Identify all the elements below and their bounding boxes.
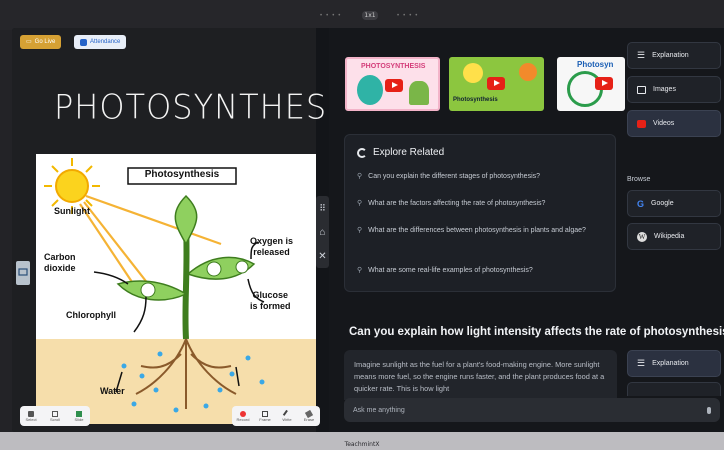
slide-tool[interactable]: Slide [72,410,86,422]
wikipedia-button[interactable]: W Wikipedia [627,223,721,250]
panel-control-strip: ⠿ ⌂ ✕ [316,196,329,268]
image-icon [637,85,646,94]
google-label: Google [651,200,674,207]
label-water: Water [100,386,125,396]
photosynthesis-diagram: Photosynthesis Sunlight Carbon dioxide C… [36,154,316,424]
explore-related-header: Explore Related [357,147,444,158]
search-icon: ⚲ [357,173,363,180]
attendance-label: Attendance [90,39,121,45]
video-icon [637,119,646,128]
images-label: Images [653,86,676,93]
explanation-button-2[interactable]: ☰ Explanation [627,350,721,377]
videos-button[interactable]: Videos [627,110,721,137]
explore-icon [357,147,367,158]
pen-tool[interactable]: Write [280,409,294,422]
sensor-dots-left: •••• [320,13,345,19]
search-icon: ⚲ [357,200,363,207]
related-question-text: What are some real-life examples of phot… [368,267,533,274]
browse-label: Browse [627,176,651,183]
video-art [409,81,429,105]
board-handwritten-title: PHOTOSYNTHESIS [54,87,359,127]
related-question-text: What are the differences between photosy… [368,227,586,234]
related-question[interactable]: ⚲ What are the differences between photo… [357,226,607,236]
wikipedia-label: Wikipedia [654,233,685,240]
explanation-button[interactable]: ☰ Explanation [627,42,721,69]
video-thumbnail[interactable]: PHOTOSYNTHESIS [345,57,440,111]
label-carbon-dioxide: Carbon dioxide [44,252,76,273]
list-icon: ☰ [637,358,646,368]
ask-input[interactable]: Ask me anything [344,398,720,422]
grid-icon[interactable]: ⠿ [319,203,326,214]
live-icon: ▭ [26,39,32,45]
play-icon [487,77,505,90]
answer-text: Imagine sunlight as the fuel for a plant… [344,350,617,400]
google-icon: G [637,198,645,209]
camera-badge: 1x1 [362,11,378,20]
related-question[interactable]: ⚲ What are some real-life examples of ph… [357,266,607,276]
video-title: PHOTOSYNTHESIS [361,63,426,70]
explore-related-card: Explore Related ⚲ Can you explain the di… [344,134,616,292]
home-icon[interactable]: ⌂ [319,227,325,238]
label-sunlight: Sunlight [54,206,90,216]
attendance-button[interactable]: Attendance [74,35,127,49]
scroll-tool[interactable]: Scroll [48,410,62,422]
whiteboard-toolbar-left: Select Scroll Slide [20,406,90,426]
close-icon[interactable]: ✕ [318,251,326,262]
ask-placeholder: Ask me anything [353,406,405,414]
whiteboard-toolbar-right: Record Frame Write Erase [232,406,320,426]
frame-tool-label: Frame [259,416,271,422]
screen-icon [18,268,28,276]
diagram-artwork [36,158,316,424]
related-question-text: What are the factors affecting the rate … [368,200,546,207]
screen: ▭ Go Live Attendance PHOTOSYNTHESIS Phot… [12,28,724,432]
go-live-label: Go Live [34,39,56,45]
scroll-tool-label: Scroll [49,416,60,422]
sensor-dots-right: •••• [397,13,422,19]
explanation-label: Explanation [652,360,689,367]
label-chlorophyll: Chlorophyll [66,310,116,320]
explanation-label: Explanation [652,52,689,59]
label-glucose: Glucose is formed [250,290,291,311]
play-icon [595,77,613,90]
video-art [463,63,483,83]
bezel-top: •••• 1x1 •••• [0,0,724,30]
record-tool-label: Record [236,416,250,422]
search-icon: ⚲ [357,267,363,274]
video-thumbnail[interactable]: Photosynthesis [449,57,544,111]
play-icon [385,79,403,92]
list-icon: ☰ [637,50,646,60]
related-question[interactable]: ⚲ Can you explain the different stages o… [357,172,607,182]
videos-label: Videos [653,120,675,127]
slide-tool-label: Slide [74,416,84,422]
collapsed-option[interactable] [627,382,721,396]
frame-tool[interactable]: Frame [258,410,272,422]
related-question[interactable]: ⚲ What are the factors affecting the rat… [357,199,607,209]
microphone-icon[interactable] [707,406,711,414]
diagram-heading: Photosynthesis [144,169,220,180]
wikipedia-icon: W [637,231,647,242]
attendance-icon [80,38,87,46]
eraser-tool[interactable]: Erase [302,409,316,422]
video-title: Photosynthesis [453,97,498,103]
video-art [519,63,537,81]
label-oxygen: Oxygen is released [250,236,294,257]
current-question: Can you explain how light intensity affe… [349,326,724,338]
related-question-text: Can you explain the different stages of … [368,173,541,180]
explore-related-title: Explore Related [373,147,445,158]
ai-assistant-panel: PHOTOSYNTHESIS Photosynthesis Photosyn E… [329,28,724,432]
whiteboard[interactable]: ▭ Go Live Attendance PHOTOSYNTHESIS Phot… [12,28,358,432]
select-tool[interactable]: Select [24,410,38,422]
images-button[interactable]: Images [627,76,721,103]
select-tool-label: Select [25,416,37,422]
google-button[interactable]: G Google [627,190,721,217]
side-collapse-tab[interactable] [16,261,30,285]
video-title: Photosyn [577,60,614,69]
search-icon: ⚲ [357,227,363,234]
video-art [357,75,383,105]
record-tool[interactable]: Record [236,410,250,422]
video-thumbnail[interactable]: Photosyn [557,57,625,111]
brand-label: TeachmintX [344,441,380,448]
go-live-button[interactable]: ▭ Go Live [20,35,62,49]
